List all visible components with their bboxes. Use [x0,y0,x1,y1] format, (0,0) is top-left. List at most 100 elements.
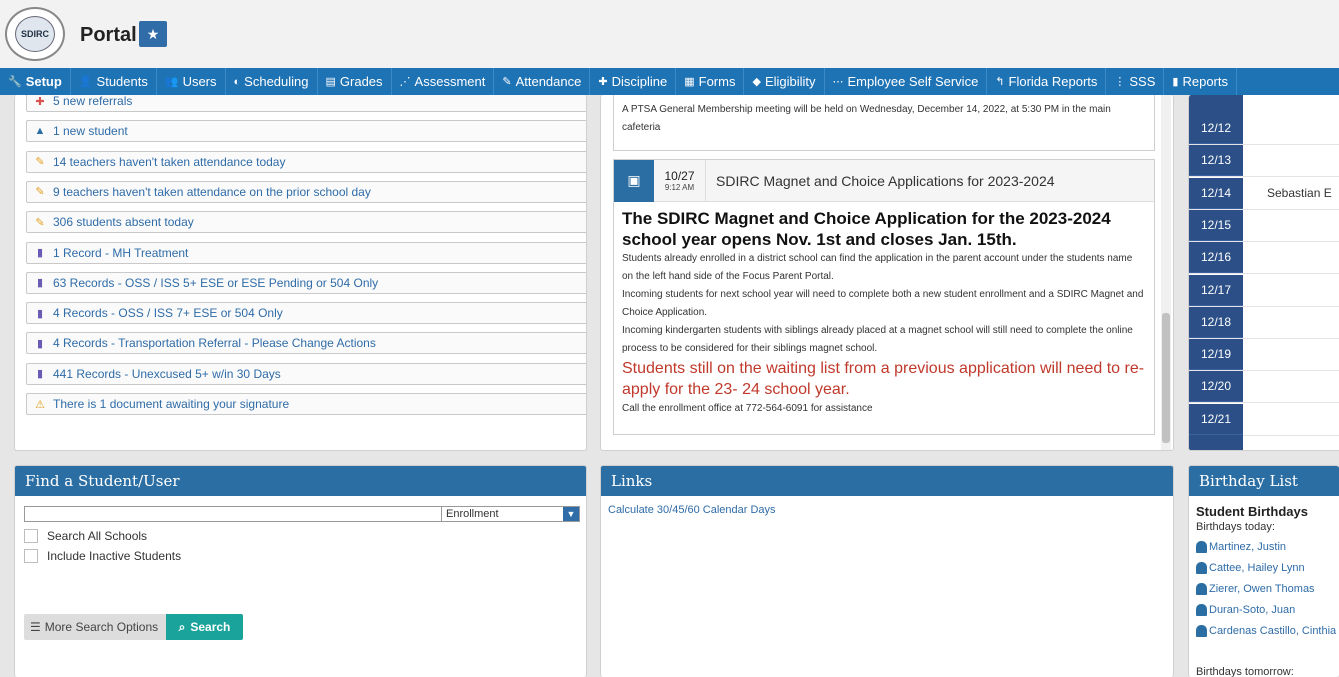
nav-sss[interactable]: ⋮ SSS [1106,68,1165,95]
calendar-row[interactable]: 12/17 [1189,274,1339,307]
nav-attendance[interactable]: ✎ Attendance [494,68,591,95]
nav-eligibility[interactable]: ◆ Eligibility [744,68,825,95]
include-inactive-checkbox[interactable] [24,549,38,563]
more-search-options-button[interactable]: ☰ More Search Options [24,614,166,640]
include-inactive-option[interactable]: Include Inactive Students [24,549,181,563]
news-paragraph: Call the enrollment office at 772-564-60… [622,403,873,414]
nav-scheduling[interactable]: ◐ Scheduling [226,68,318,95]
alert-item[interactable]: ✚ 5 new referrals [26,95,586,112]
calendar-date: 12/19 [1189,339,1243,371]
calendar-row[interactable]: 12/18 [1189,306,1339,339]
alert-item[interactable]: ✎ 9 teachers haven't taken attendance on … [26,180,586,203]
student-name: Cardenas Castillo, Cinthia [1209,625,1337,637]
search-all-schools-checkbox[interactable] [24,529,38,543]
users-icon: 👥 [164,76,179,88]
alert-item[interactable]: ▲ 1 new student [26,120,586,143]
wrench-icon: 🔧 [8,76,22,88]
calendar-date: 12/18 [1189,306,1243,338]
birthday-student-link[interactable]: Duran-Soto, Juan [1196,604,1295,616]
panel-title: Links [601,466,1173,496]
alert-item[interactable]: ⚠ There is 1 document awaiting your signa… [26,393,586,415]
news-prev-text: A PTSA General Membership meeting will b… [622,104,1111,133]
calendar-row[interactable]: 12/14 Sebastian E [1189,177,1339,210]
quick-link[interactable]: Calculate 30/45/60 Calendar Days [608,504,776,516]
student-name: Zierer, Owen Thomas [1209,583,1315,595]
nav-setup[interactable]: 🔧 Setup [0,68,71,95]
nav-discipline[interactable]: ✚ Discipline [590,68,677,95]
calendar-event[interactable] [1243,371,1339,403]
birthday-student-link[interactable]: Martinez, Justin [1196,541,1286,553]
calendar-row[interactable]: 12/15 [1189,209,1339,242]
calendar-event[interactable] [1243,274,1339,306]
warning-icon: ⚠ [35,398,45,411]
calendar-cut-row [1189,95,1243,113]
calendar-event[interactable] [1243,306,1339,338]
nav-students[interactable]: 👤 Students [71,68,157,95]
birthday-student-link[interactable]: Cattee, Hailey Lynn [1196,562,1305,574]
news-card: ▣ 10/27 9:12 AM SDIRC Magnet and Choice … [613,159,1155,435]
calendar-event[interactable] [1243,209,1339,241]
favorite-star-button[interactable]: ★ [139,21,167,47]
news-body: The SDIRC Magnet and Choice Application … [614,202,1154,424]
search-button[interactable]: ⌕ Search [166,614,243,640]
nav-forms[interactable]: ▦ Forms [676,68,745,95]
birthday-student-link[interactable]: Zierer, Owen Thomas [1196,583,1315,595]
calendar-event[interactable] [1243,113,1339,144]
search-all-schools-option[interactable]: Search All Schools [24,529,147,543]
alert-text: 14 teachers haven't taken attendance tod… [53,154,286,169]
news-paragraph: Incoming kindergarten students with sibl… [622,325,1133,354]
calendar-row[interactable]: 12/12 [1189,113,1339,145]
calendar-date: 12/15 [1189,209,1243,241]
calendar-date: 12/16 [1189,242,1243,274]
logo-text: SDIRC [15,16,55,52]
alert-item[interactable]: ✎ 14 teachers haven't taken attendance to… [26,150,586,173]
alert-item[interactable]: ✎ 306 students absent today [26,211,586,234]
student-search-input[interactable] [24,506,449,522]
alerts-panel: ✚ 5 new referrals ▲ 1 new student ✎ 14 teache… [14,95,587,451]
alert-item[interactable]: ▮ 4 Records - Transportation Referral - P… [26,332,586,355]
attendance-icon: ✎ [502,76,512,88]
search-type-select[interactable]: Enrollment ▼ [441,506,580,522]
nav-employee-self-service[interactable]: ⋯ Employee Self Service [825,68,988,95]
news-paragraph: Students already enrolled in a district … [622,253,1133,282]
calendar-row[interactable]: 12/19 [1189,339,1339,372]
nav-label: Assessment [414,74,486,89]
button-label: More Search Options [44,620,159,634]
bar-chart-icon: ▮ [36,307,44,320]
alert-item[interactable]: ▮ 63 Records - OSS / ISS 5+ ESE or ESE Pe… [26,271,586,294]
birthday-student-link[interactable]: Cardenas Castillo, Cinthia [1196,625,1336,637]
nav-reports[interactable]: ▮ Reports [1164,68,1237,95]
nav-label: Scheduling [244,74,309,89]
scrollbar-thumb[interactable] [1162,313,1170,443]
news-scrollbar[interactable] [1161,95,1171,450]
calendar-event[interactable] [1243,145,1339,177]
calendar-event[interactable]: Sebastian E [1243,177,1339,209]
employee-icon: ⋯ [832,76,844,88]
news-title[interactable]: SDIRC Magnet and Choice Applications for… [706,173,1055,189]
student-icon [1196,604,1207,616]
news-card-header: ▣ 10/27 9:12 AM SDIRC Magnet and Choice … [614,159,1154,202]
news-headline: The SDIRC Magnet and Choice Application … [622,209,1111,249]
alert-item[interactable]: ▮ 1 Record - MH Treatment [26,241,586,264]
calendar-date: 12/17 [1189,274,1243,306]
calendar-row[interactable]: 12/13 [1189,145,1339,178]
calendar-row[interactable]: 12/21 [1189,403,1339,436]
nav-grades[interactable]: ▤ Grades [318,68,392,95]
calendar-row[interactable]: 12/16 [1189,242,1339,275]
nav-florida-reports[interactable]: ↰ Florida Reports [987,68,1107,95]
student-icon: 👤 [78,76,93,88]
alert-item[interactable]: ▮ 441 Records - Unexcused 5+ w/in 30 Days [26,362,586,385]
calendar-row[interactable]: 12/20 [1189,371,1339,404]
news-date: 10/27 [664,169,695,183]
eligibility-icon: ◆ [752,76,761,88]
birthdays-tomorrow-label: Birthdays tomorrow: [1196,666,1294,677]
calendar-event[interactable] [1243,242,1339,274]
nav-users[interactable]: 👥 Users [157,68,226,95]
calendar-event[interactable] [1243,403,1339,435]
alert-item[interactable]: ▮ 4 Records - OSS / ISS 7+ ESE or 504 Onl… [26,302,586,325]
nav-assessment[interactable]: ⋰ Assessment [392,68,495,95]
find-student-panel: Find a Student/User Enrollment ▼ Search … [14,465,587,677]
calendar-event[interactable] [1243,339,1339,371]
nav-label: Employee Self Service [847,74,979,89]
birthdays-today-label: Birthdays today: [1196,521,1275,533]
